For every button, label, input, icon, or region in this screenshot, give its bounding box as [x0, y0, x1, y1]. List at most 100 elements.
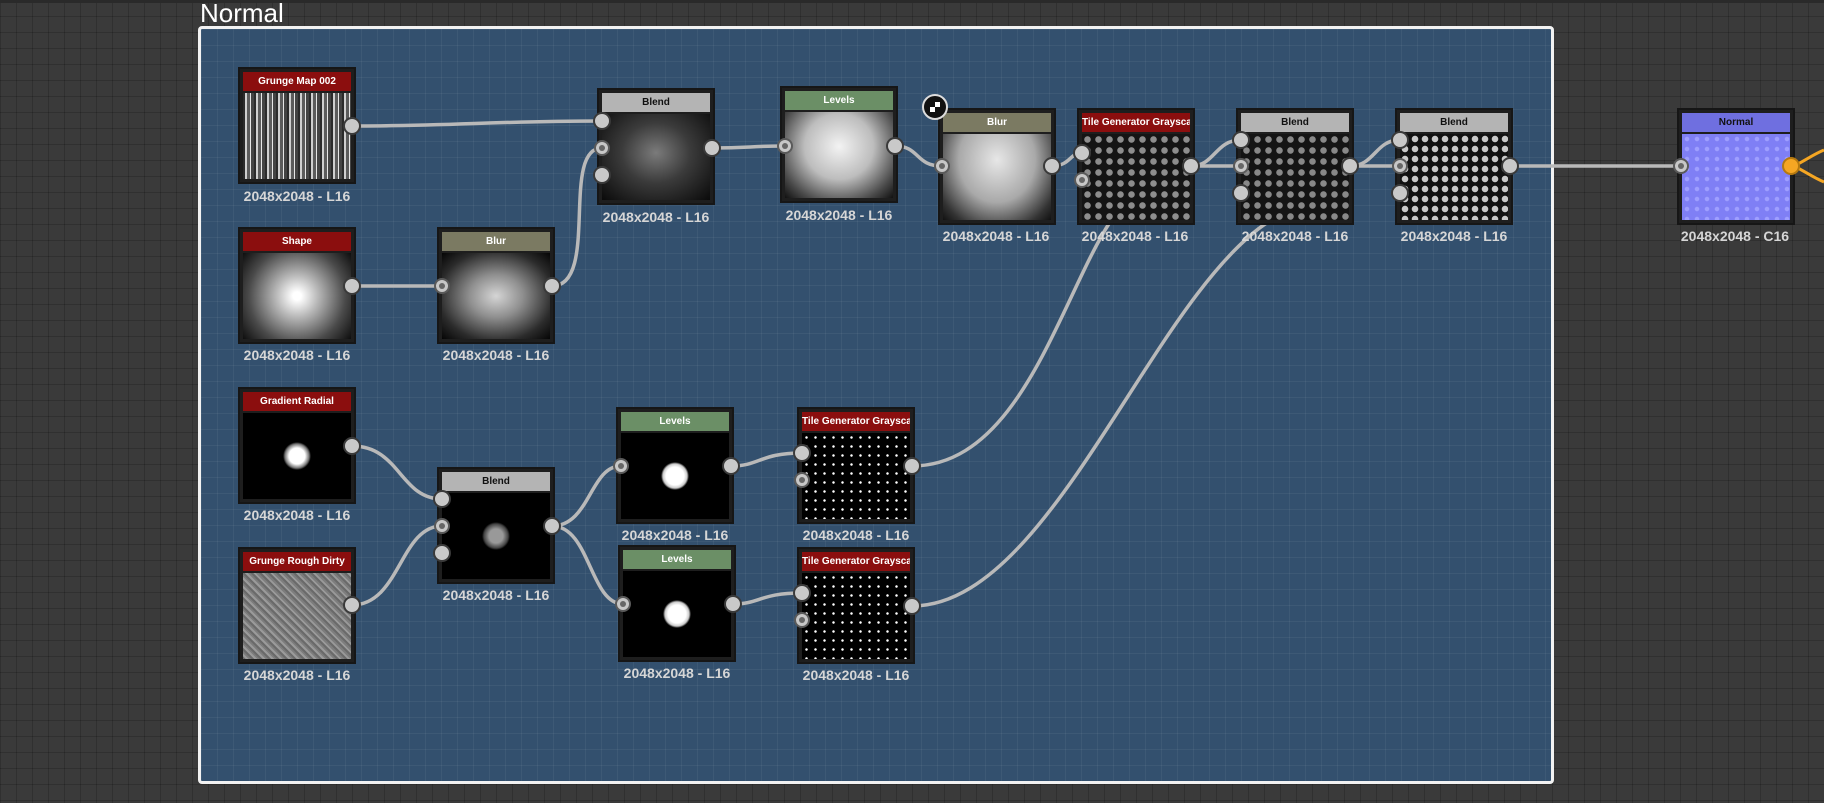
input-port[interactable] [777, 138, 793, 154]
input-port[interactable] [593, 112, 611, 130]
node-header: Levels [621, 412, 729, 431]
output-port-active[interactable] [1782, 157, 1800, 175]
node-tile-generator-2[interactable]: Tile Generator Grayscale [797, 407, 915, 524]
input-port[interactable] [794, 612, 810, 628]
node-thumbnail [1241, 134, 1349, 220]
node-thumbnail [621, 433, 729, 519]
node-caption: 2048x2048 - L16 [623, 665, 731, 681]
node-thumbnail [1400, 134, 1508, 220]
node-caption: 2048x2048 - L16 [442, 347, 550, 363]
input-port[interactable] [1233, 158, 1249, 174]
checker-view-icon[interactable] [922, 94, 948, 120]
output-port[interactable] [1182, 157, 1200, 175]
node-tile-generator-3[interactable]: Tile Generator Grayscale [797, 547, 915, 664]
input-port[interactable] [1391, 184, 1409, 202]
node-caption: 2048x2048 - L16 [802, 527, 910, 543]
output-port[interactable] [343, 117, 361, 135]
input-port[interactable] [433, 544, 451, 562]
node-thumbnail [243, 93, 351, 179]
node-header: Blend [442, 472, 550, 491]
node-grunge-map[interactable]: Grunge Map 002 [238, 67, 356, 184]
output-port[interactable] [903, 597, 921, 615]
node-blend-1[interactable]: Blend [597, 88, 715, 205]
node-header: Grunge Rough Dirty [243, 552, 351, 571]
input-port[interactable] [433, 490, 451, 508]
node-thumbnail [802, 573, 910, 659]
node-thumbnail [442, 253, 550, 339]
output-port[interactable] [543, 517, 561, 535]
output-port[interactable] [903, 457, 921, 475]
output-port[interactable] [343, 437, 361, 455]
output-port[interactable] [543, 277, 561, 295]
output-port[interactable] [1501, 157, 1519, 175]
input-port[interactable] [1232, 131, 1250, 149]
node-header: Tile Generator Grayscale [1082, 113, 1190, 132]
output-port[interactable] [886, 137, 904, 155]
node-header: Levels [785, 91, 893, 110]
output-port[interactable] [343, 596, 361, 614]
output-port[interactable] [724, 595, 742, 613]
node-normal-output[interactable]: Normal [1677, 108, 1795, 225]
output-port[interactable] [343, 277, 361, 295]
node-blur-1[interactable]: Blur [437, 227, 555, 344]
node-blur-2[interactable]: Blur [938, 108, 1056, 225]
input-port[interactable] [1392, 158, 1408, 174]
node-tile-generator-1[interactable]: Tile Generator Grayscale [1077, 108, 1195, 225]
output-port[interactable] [703, 139, 721, 157]
node-caption: 2048x2048 - L16 [602, 209, 710, 225]
input-port[interactable] [615, 596, 631, 612]
input-port[interactable] [1673, 158, 1689, 174]
node-levels-2[interactable]: Levels [616, 407, 734, 524]
node-caption: 2048x2048 - L16 [442, 587, 550, 603]
input-port[interactable] [793, 584, 811, 602]
input-port[interactable] [434, 278, 450, 294]
node-header: Blend [602, 93, 710, 112]
node-caption: 2048x2048 - L16 [1241, 228, 1349, 244]
input-port[interactable] [1232, 184, 1250, 202]
node-header: Normal [1682, 113, 1790, 132]
output-port[interactable] [722, 457, 740, 475]
node-thumbnail [243, 573, 351, 659]
node-thumbnail [602, 114, 710, 200]
input-port[interactable] [1074, 172, 1090, 188]
node-shape[interactable]: Shape [238, 227, 356, 344]
node-thumbnail [442, 493, 550, 579]
node-thumbnail [623, 571, 731, 657]
input-port[interactable] [934, 158, 950, 174]
node-header: Blur [442, 232, 550, 251]
node-grunge-rough-dirty[interactable]: Grunge Rough Dirty [238, 547, 356, 664]
input-port[interactable] [593, 166, 611, 184]
node-caption: 2048x2048 - L16 [243, 347, 351, 363]
input-port[interactable] [1391, 131, 1409, 149]
input-port[interactable] [434, 518, 450, 534]
input-port[interactable] [794, 472, 810, 488]
node-header: Blur [943, 113, 1051, 132]
input-port[interactable] [613, 458, 629, 474]
node-header: Grunge Map 002 [243, 72, 351, 91]
node-caption: 2048x2048 - L16 [243, 188, 351, 204]
frame-title: Normal [200, 0, 284, 28]
node-blend-2[interactable]: Blend [437, 467, 555, 584]
node-blend-3[interactable]: Blend [1236, 108, 1354, 225]
node-caption: 2048x2048 - L16 [785, 207, 893, 223]
node-blend-4[interactable]: Blend [1395, 108, 1513, 225]
input-port[interactable] [1073, 144, 1091, 162]
input-port[interactable] [594, 140, 610, 156]
node-thumbnail [243, 413, 351, 499]
node-header: Tile Generator Grayscale [802, 552, 910, 571]
input-port[interactable] [793, 444, 811, 462]
node-caption: 2048x2048 - L16 [243, 667, 351, 683]
node-header: Blend [1400, 113, 1508, 132]
node-header: Levels [623, 550, 731, 569]
node-header: Gradient Radial [243, 392, 351, 411]
node-levels-3[interactable]: Levels [618, 545, 736, 662]
output-port[interactable] [1341, 157, 1359, 175]
node-levels-1[interactable]: Levels [780, 86, 898, 203]
node-header: Tile Generator Grayscale [802, 412, 910, 431]
output-port[interactable] [1043, 157, 1061, 175]
node-caption: 2048x2048 - L16 [1400, 228, 1508, 244]
node-gradient-radial[interactable]: Gradient Radial [238, 387, 356, 504]
node-caption: 2048x2048 - L16 [802, 667, 910, 683]
node-thumbnail [802, 433, 910, 519]
node-caption: 2048x2048 - L16 [621, 527, 729, 543]
